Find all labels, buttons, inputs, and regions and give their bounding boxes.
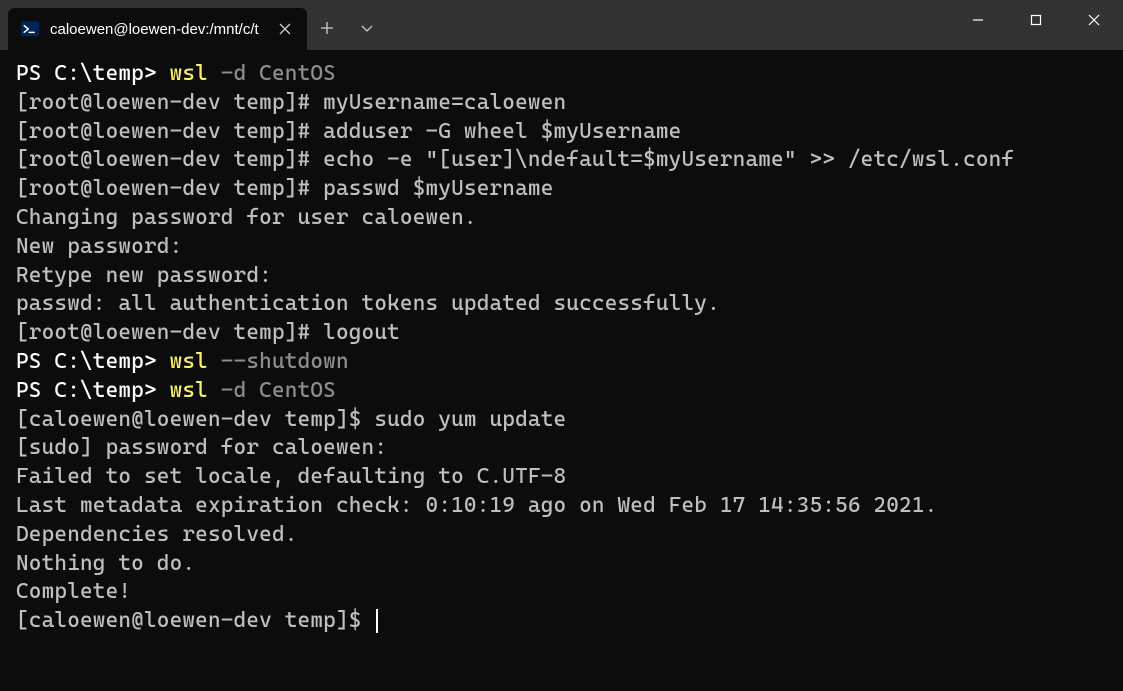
terminal-text: Failed to set locale, defaulting to C.UT… [16,464,566,489]
terminal-text: [root@loewen-dev temp]# passwd $myUserna… [16,176,554,201]
terminal-text: [sudo] password for caloewen: [16,435,387,460]
terminal-line: Nothing to do. [16,550,1107,579]
terminal-line: [caloewen@loewen-dev temp]$ [16,607,1107,636]
tab-active[interactable]: caloewen@loewen-dev:/mnt/c/t [8,8,307,50]
terminal-text: Changing password for user caloewen. [16,205,477,230]
terminal-text: wsl [170,378,221,403]
terminal-line: [root@loewen-dev temp]# logout [16,319,1107,348]
terminal-line: Changing password for user caloewen. [16,204,1107,233]
terminal-text: [root@loewen-dev temp]# echo -e "[user]\… [16,147,1014,172]
window-controls [949,0,1123,40]
terminal-line: Failed to set locale, defaulting to C.UT… [16,463,1107,492]
terminal-text: [root@loewen-dev temp]# adduser -G wheel… [16,119,681,144]
terminal-line: [root@loewen-dev temp]# echo -e "[user]\… [16,146,1107,175]
powershell-icon [20,19,40,39]
new-tab-button[interactable] [307,8,347,48]
terminal-text: PS C:\temp> [16,61,170,86]
terminal-line: [caloewen@loewen-dev temp]$ sudo yum upd… [16,406,1107,435]
terminal-line: PS C:\temp> wsl --shutdown [16,348,1107,377]
terminal-text: [caloewen@loewen-dev temp]$ [16,608,374,633]
terminal-line: Last metadata expiration check: 0:10:19 … [16,492,1107,521]
terminal-text: Dependencies resolved. [16,522,298,547]
terminal-text: Nothing to do. [16,551,195,576]
terminal-text: wsl [170,349,221,374]
terminal-text: -d CentOS [221,61,336,86]
tab-close-button[interactable] [275,19,295,39]
terminal-text: New password: [16,234,182,259]
terminal-line: [root@loewen-dev temp]# passwd $myUserna… [16,175,1107,204]
terminal-line: passwd: all authentication tokens update… [16,290,1107,319]
terminal-line: New password: [16,233,1107,262]
close-button[interactable] [1065,0,1123,40]
terminal-line: PS C:\temp> wsl -d CentOS [16,60,1107,89]
tabs-area: caloewen@loewen-dev:/mnt/c/t [0,0,387,50]
terminal-text: [caloewen@loewen-dev temp]$ sudo yum upd… [16,407,566,432]
tab-dropdown-button[interactable] [347,8,387,48]
titlebar: caloewen@loewen-dev:/mnt/c/t [0,0,1123,50]
terminal-text: -d CentOS [221,378,336,403]
terminal-text: PS C:\temp> [16,349,170,374]
terminal-text: [root@loewen-dev temp]# logout [16,320,400,345]
terminal-line: [root@loewen-dev temp]# myUsername=caloe… [16,89,1107,118]
terminal-text: Last metadata expiration check: 0:10:19 … [16,493,937,518]
terminal-text: Retype new password: [16,263,272,288]
terminal-line: [root@loewen-dev temp]# adduser -G wheel… [16,118,1107,147]
tab-title: caloewen@loewen-dev:/mnt/c/t [50,21,259,38]
terminal-text: wsl [170,61,221,86]
terminal-line: Complete! [16,578,1107,607]
minimize-button[interactable] [949,0,1007,40]
terminal-line: Dependencies resolved. [16,521,1107,550]
terminal-line: [sudo] password for caloewen: [16,434,1107,463]
terminal-output[interactable]: PS C:\temp> wsl -d CentOS[root@loewen-de… [0,50,1123,646]
terminal-line: PS C:\temp> wsl -d CentOS [16,377,1107,406]
terminal-text: PS C:\temp> [16,378,170,403]
maximize-button[interactable] [1007,0,1065,40]
terminal-line: Retype new password: [16,262,1107,291]
cursor [376,609,378,633]
terminal-text: Complete! [16,579,131,604]
terminal-text: [root@loewen-dev temp]# myUsername=caloe… [16,90,566,115]
terminal-text: --shutdown [221,349,349,374]
terminal-text: passwd: all authentication tokens update… [16,291,720,316]
